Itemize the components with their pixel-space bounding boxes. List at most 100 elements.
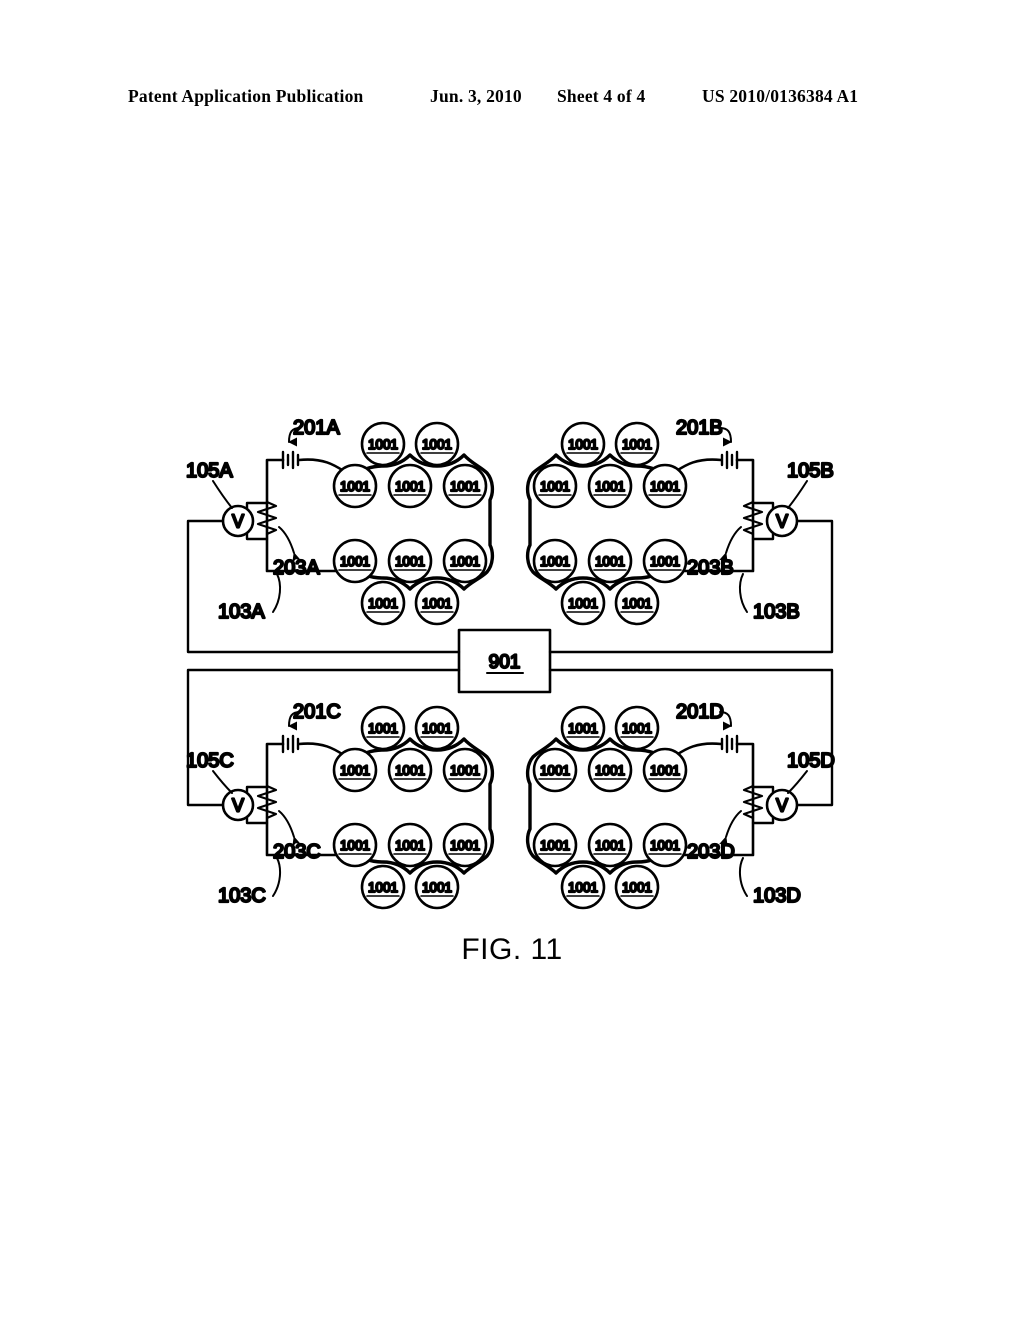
node-label: 1001 xyxy=(368,596,398,611)
node-label: 1001 xyxy=(340,479,370,494)
node-label: 1001 xyxy=(595,554,625,569)
node-circle: 1001 xyxy=(442,538,488,584)
circuit-block-a: 201A 203A V 105A 103A 1001 1001 1001 100… xyxy=(185,416,495,626)
block-d-resistor-label: 203D xyxy=(687,841,735,863)
central-box-label: 901 xyxy=(489,652,521,673)
block-c-resistor-leader xyxy=(278,810,301,847)
block-a-meter-label: 105A xyxy=(186,460,233,482)
node-label: 1001 xyxy=(422,880,452,895)
node-label: 1001 xyxy=(622,437,652,452)
block-c-loop-rail xyxy=(265,742,342,857)
node-label: 1001 xyxy=(595,479,625,494)
voltmeter-105a: V xyxy=(221,501,269,541)
node-label: 1001 xyxy=(540,479,570,494)
node-label: 1001 xyxy=(395,554,425,569)
node-label: 1001 xyxy=(540,554,570,569)
block-a-loop-leader xyxy=(272,573,282,613)
node-label: 1001 xyxy=(450,763,480,778)
block-a-battery-label: 201A xyxy=(293,417,340,439)
node-label: 1001 xyxy=(622,880,652,895)
node-label: 1001 xyxy=(450,838,480,853)
voltmeter-105c-symbol: V xyxy=(232,796,244,816)
block-c-meter-label: 105C xyxy=(186,750,234,772)
block-d-battery-label: 201D xyxy=(676,701,724,723)
node-label: 1001 xyxy=(595,838,625,853)
node-circle: 1001 xyxy=(414,864,460,910)
node-label: 1001 xyxy=(422,721,452,736)
node-circle: 1001 xyxy=(414,705,460,751)
node-circle: 1001 xyxy=(332,538,378,584)
node-circle: 1001 xyxy=(414,580,460,626)
node-label: 1001 xyxy=(395,838,425,853)
node-label: 1001 xyxy=(395,479,425,494)
node-label: 1001 xyxy=(540,763,570,778)
node-label: 1001 xyxy=(340,554,370,569)
block-b-meter-label: 105B xyxy=(787,460,834,482)
node-label: 1001 xyxy=(650,554,680,569)
node-circle: 1001 xyxy=(387,463,433,509)
node-circle: 1001 xyxy=(360,421,406,467)
block-a-loop-rail xyxy=(265,458,342,573)
figure-drawing: 901 201A 203A V 105A 103A 1001 1001 1001… xyxy=(185,416,836,910)
block-d-resistor-leader xyxy=(719,810,742,847)
node-label: 1001 xyxy=(340,763,370,778)
node-circle: 1001 xyxy=(332,747,378,793)
node-label: 1001 xyxy=(568,880,598,895)
block-d-node-group xyxy=(532,705,688,910)
block-a-node-group: 1001 1001 1001 1001 1001 1001 1001 1001 … xyxy=(332,421,488,626)
block-d-meter-leader xyxy=(787,770,808,794)
block-a-resistor-leader xyxy=(278,526,301,563)
circuit-block-c: 201C 203C V 105C 103C 1001 1001 1001 100… xyxy=(185,700,495,910)
node-circle: 1001 xyxy=(360,705,406,751)
node-circle: 1001 xyxy=(442,747,488,793)
block-d-loop-leader xyxy=(738,857,748,897)
block-a-loop-label: 103A xyxy=(218,601,265,623)
node-label: 1001 xyxy=(622,596,652,611)
block-b-loop-label: 103B xyxy=(753,601,800,623)
node-label: 1001 xyxy=(650,763,680,778)
block-c-battery-label: 201C xyxy=(293,701,341,723)
block-b-battery-label: 201B xyxy=(676,417,723,439)
block-a-resistor-label: 203A xyxy=(273,557,320,579)
block-c-meter-leader xyxy=(212,770,233,794)
voltmeter-105c: V xyxy=(221,785,269,825)
voltmeter-105d-symbol: V xyxy=(776,796,788,816)
block-c-loop-label: 103C xyxy=(218,885,266,907)
node-label: 1001 xyxy=(650,479,680,494)
battery-201b-symbol xyxy=(720,450,739,470)
node-label: 1001 xyxy=(422,437,452,452)
battery-201a-symbol xyxy=(281,450,300,470)
node-label: 1001 xyxy=(422,596,452,611)
node-circle: 1001 xyxy=(442,463,488,509)
node-label: 1001 xyxy=(595,763,625,778)
voltmeter-105b-symbol: V xyxy=(776,512,788,532)
node-label: 1001 xyxy=(340,838,370,853)
node-circle: 1001 xyxy=(332,822,378,868)
block-d-loop-label: 103D xyxy=(753,885,801,907)
node-label: 1001 xyxy=(368,721,398,736)
block-a-meter-leader xyxy=(212,480,233,509)
node-circle: 1001 xyxy=(387,538,433,584)
central-box-901: 901 xyxy=(457,628,552,694)
node-label: 1001 xyxy=(622,721,652,736)
voltmeter-105a-symbol: V xyxy=(232,512,244,532)
node-circle: 1001 xyxy=(387,747,433,793)
node-circle: 1001 xyxy=(442,822,488,868)
node-label: 1001 xyxy=(568,437,598,452)
node-label: 1001 xyxy=(450,479,480,494)
block-c-resistor-label: 203C xyxy=(273,841,321,863)
battery-201d-symbol xyxy=(720,734,739,754)
node-circle: 1001 xyxy=(360,864,406,910)
block-b-node-group xyxy=(532,421,688,626)
block-c-node-group: 1001 1001 1001 1001 1001 1001 1001 1001 … xyxy=(332,705,488,910)
figure-caption: FIG. 11 xyxy=(461,933,563,966)
node-label: 1001 xyxy=(540,838,570,853)
node-circle: 1001 xyxy=(387,822,433,868)
node-label: 1001 xyxy=(450,554,480,569)
node-circle: 1001 xyxy=(332,463,378,509)
block-d-meter-label: 105D xyxy=(787,750,835,772)
node-label: 1001 xyxy=(368,437,398,452)
block-b-loop-rail xyxy=(678,458,755,573)
node-label: 1001 xyxy=(650,838,680,853)
block-b-resistor-label: 203B xyxy=(687,557,734,579)
